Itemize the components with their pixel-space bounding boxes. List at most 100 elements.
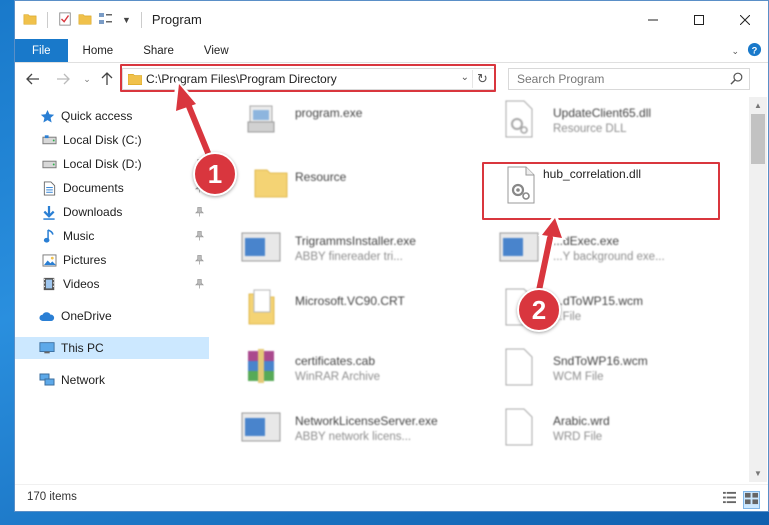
chevron-down-icon[interactable]: ⌄ (731, 46, 739, 57)
nav-label: Network (61, 373, 106, 387)
qat-dropdown-icon[interactable]: ▼ (122, 15, 131, 25)
file-name: TrigrammsInstaller.exe (295, 234, 416, 248)
nav-onedrive[interactable]: OneDrive (15, 305, 209, 327)
help-icon[interactable]: ? (747, 42, 762, 60)
file-item[interactable]: TrigrammsInstaller.exe ABBY finereader t… (239, 225, 479, 281)
file-item[interactable]: certificates.cab WinRAR Archive (239, 345, 479, 401)
app-window-icon (239, 225, 283, 269)
nav-documents[interactable]: Documents (15, 177, 209, 199)
navigation-pane: Quick access Local Disk (C:) Local Disk … (15, 97, 209, 481)
maximize-button[interactable] (676, 1, 722, 39)
file-item[interactable]: program.exe (239, 97, 479, 153)
nav-local-disk-d[interactable]: Local Disk (D:) (15, 153, 209, 175)
nav-quick-access[interactable]: Quick access (15, 105, 209, 127)
tab-view[interactable]: View (189, 39, 244, 62)
folder-icon (23, 12, 37, 29)
pin-icon[interactable] (195, 230, 204, 244)
file-item[interactable]: NetworkLicenseServer.exe ABBY network li… (239, 405, 479, 461)
address-path: C:\Program Files\Program Directory (146, 72, 337, 86)
quick-access-toolbar: ▼ (15, 1, 146, 39)
tab-share[interactable]: Share (128, 39, 189, 62)
nav-network[interactable]: Network (15, 369, 209, 391)
file-name: NetworkLicenseServer.exe (295, 414, 438, 428)
file-name: hub_correlation.dll (543, 167, 642, 181)
downloads-icon (41, 204, 57, 220)
nav-label: Music (63, 229, 95, 243)
nav-local-disk-c[interactable]: Local Disk (C:) (15, 129, 209, 151)
large-icons-view-icon[interactable] (743, 491, 760, 509)
generic-file-icon (497, 345, 541, 389)
nav-label: Local Disk (D:) (63, 157, 142, 171)
file-type: WRD File (553, 431, 603, 443)
file-type: ABBY network licens... (295, 431, 412, 443)
ribbon-right-controls: ⌄ ? (731, 42, 762, 60)
tab-home[interactable]: Home (68, 39, 129, 62)
file-item-hub-correlation[interactable]: hub_correlation.dll (499, 163, 739, 219)
file-item[interactable]: ...dExec.exe ...Y background exe... (497, 225, 737, 281)
ribbon-tabs: File Home Share View ⌄ ? (15, 39, 768, 63)
customize-icon[interactable] (98, 12, 116, 29)
videos-icon (41, 276, 57, 292)
tab-file[interactable]: File (15, 39, 68, 62)
generic-file-icon (497, 405, 541, 449)
nav-label: Quick access (61, 109, 133, 123)
window-title: Program (151, 12, 202, 27)
up-button[interactable] (97, 69, 117, 89)
pictures-icon (41, 252, 57, 268)
close-button[interactable] (722, 1, 768, 39)
scroll-thumb[interactable] (751, 114, 765, 164)
new-folder-icon[interactable] (78, 12, 92, 29)
file-item[interactable]: Arabic.wrd WRD File (497, 405, 737, 461)
pc-icon (39, 340, 55, 356)
svg-text:?: ? (752, 45, 758, 55)
pin-icon[interactable] (195, 278, 204, 292)
file-item[interactable]: SndToWP16.wcm WCM File (497, 345, 737, 401)
search-input[interactable]: Search Program (508, 68, 750, 90)
file-type: WinRAR Archive (295, 371, 380, 383)
minimize-button[interactable] (630, 1, 676, 39)
address-bar[interactable]: C:\Program Files\Program Directory ⌄ ↻ (122, 68, 496, 90)
forward-button[interactable] (53, 69, 73, 89)
pin-icon[interactable] (195, 206, 204, 220)
file-name: Arabic.wrd (553, 414, 610, 428)
properties-icon[interactable] (58, 11, 72, 29)
vertical-scrollbar[interactable]: ▲ ▼ (749, 97, 767, 482)
back-button[interactable] (23, 69, 43, 89)
file-name: SndToWP16.wcm (553, 354, 648, 368)
nav-downloads[interactable]: Downloads (15, 201, 209, 223)
file-item[interactable]: UpdateClient65.dll Resource DLL (497, 97, 737, 153)
nav-label: Documents (63, 181, 124, 195)
recent-locations-dropdown[interactable]: ⌄ (77, 69, 97, 89)
refresh-icon[interactable]: ↻ (472, 70, 492, 88)
dll-file-icon (497, 97, 541, 141)
network-icon (39, 372, 55, 388)
search-placeholder: Search Program (517, 72, 605, 86)
address-dropdown-icon[interactable]: ⌄ (461, 72, 469, 83)
title-bar: ▼ Program (15, 1, 768, 41)
dll-file-icon (499, 163, 543, 207)
nav-this-pc[interactable]: This PC (15, 337, 209, 359)
pin-icon[interactable] (195, 254, 204, 268)
file-name: Microsoft.VC90.CRT (295, 294, 405, 308)
nav-videos[interactable]: Videos (15, 273, 209, 295)
archive-icon (239, 345, 283, 389)
nav-label: This PC (61, 341, 104, 355)
file-name: ...dExec.exe (553, 234, 620, 248)
file-item[interactable]: Microsoft.VC90.CRT (239, 285, 479, 341)
file-item[interactable]: Resource (239, 161, 479, 217)
scroll-down-icon[interactable]: ▼ (749, 465, 767, 482)
scroll-up-icon[interactable]: ▲ (749, 97, 767, 114)
nav-music[interactable]: Music (15, 225, 209, 247)
nav-label: Downloads (63, 205, 123, 219)
nav-label: Videos (63, 277, 100, 291)
file-type: WCM File (553, 371, 604, 383)
star-icon (39, 108, 55, 124)
search-icon[interactable] (730, 72, 743, 88)
step-badge-2: 2 (517, 288, 561, 332)
app-window-icon (497, 225, 541, 269)
file-type: ABBY finereader tri... (295, 251, 403, 263)
file-name: ...dToWP15.wcm (553, 294, 644, 308)
file-list: program.exe UpdateClient65.dll Resource … (211, 97, 749, 481)
details-view-icon[interactable] (722, 491, 737, 509)
nav-pictures[interactable]: Pictures (15, 249, 209, 271)
